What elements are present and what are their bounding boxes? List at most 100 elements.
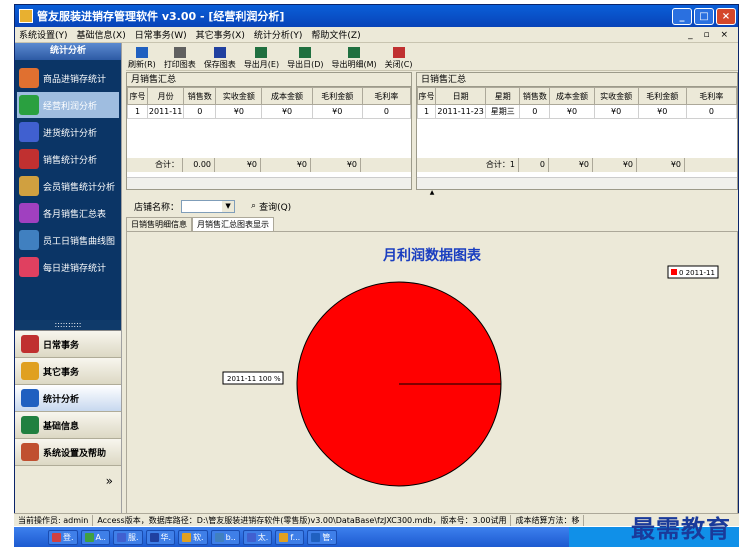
daily-tab[interactable]: 日销售汇总 (417, 73, 737, 87)
nav-section[interactable]: 其它事务 (15, 358, 121, 385)
column-header[interactable]: 销售数 (519, 87, 551, 105)
menu-daily[interactable]: 日常事务(W) (135, 28, 187, 41)
sidebar-item[interactable]: 每日进销存统计 (17, 254, 119, 280)
monthly-scrollbar[interactable] (127, 177, 411, 189)
minimize-button[interactable]: _ (672, 7, 692, 25)
toolbar-icon (173, 47, 186, 58)
taskbar-button[interactable]: 管. (307, 529, 337, 545)
menu-other[interactable]: 其它事务(X) (196, 28, 245, 41)
column-header[interactable]: 月份 (147, 87, 185, 105)
panel-splitter[interactable]: ▲ (126, 190, 738, 196)
taskbar-label: f... (290, 532, 301, 542)
taskbar-button[interactable]: 服. (112, 529, 143, 545)
taskbar-button[interactable]: 太. (242, 529, 273, 545)
taskbar-button[interactable]: 华. (145, 529, 176, 545)
sidebar-item[interactable]: 商品进销存统计 (17, 65, 119, 91)
sidebar-item[interactable]: 会员销售统计分析 (17, 173, 119, 199)
column-header[interactable]: 销售数 (183, 87, 217, 105)
table-row[interactable]: 1 2011-11-23 星期三 0 ¥0 ¥0 ¥0 0 (416, 104, 738, 119)
summary-panels: 月销售汇总 序号 月份 销售数 实收金额 成本金额 毛利金额 毛利率 1 2011-11 0 ¥0 ¥… (126, 72, 738, 190)
daily-panel: 日销售汇总 序号 日期 星期 销售数 成本金额 实收金额 毛利金额 毛利率 1 2011-11-2… (416, 72, 738, 190)
column-header[interactable]: 星期 (485, 87, 521, 105)
tab-daily-detail[interactable]: 日销售明细信息 (126, 217, 192, 231)
monthly-total-row: 合计： 0.00 ¥0 ¥0 ¥0 (127, 158, 411, 172)
store-label: 店铺名称： (134, 202, 180, 213)
nav-section[interactable]: 统计分析 (15, 385, 121, 412)
menu-system[interactable]: 系统设置(Y) (19, 28, 68, 41)
sidebar-sections: 日常事务其它事务 统计分析基础信息系统设置及帮助 » (15, 330, 121, 520)
column-header[interactable]: 毛利金额 (311, 87, 363, 105)
table-cell: 2011-11 (147, 104, 185, 119)
toolbar-button[interactable]: 导出月(E) (244, 47, 279, 70)
sidebar-grip[interactable]: :::::::::: (15, 320, 121, 330)
toolbar-button[interactable]: 刷新(R) (128, 47, 156, 70)
daily-scrollbar[interactable] (417, 177, 737, 189)
nav-section[interactable]: 日常事务 (15, 331, 121, 358)
query-button[interactable]: ⌕ 查询(Q) (251, 200, 291, 213)
sidebar-item-label: 员工日销售曲线图 (43, 236, 116, 247)
toolbar-button[interactable]: 保存图表 (204, 47, 236, 70)
sidebar-item[interactable]: 各月销售汇总表 (17, 200, 119, 226)
toolbar-button[interactable]: 关闭(C) (385, 47, 413, 70)
menu-basic-info[interactable]: 基础信息(X) (77, 28, 126, 41)
nav-section[interactable]: 基础信息 (15, 412, 121, 439)
nav-section-icon (21, 362, 39, 380)
sidebar-item-icon (19, 257, 39, 277)
column-header[interactable]: 毛利率 (685, 87, 738, 105)
toolbar-button[interactable]: 导出日(D) (287, 47, 324, 70)
maximize-button[interactable]: □ (694, 7, 714, 25)
column-header[interactable]: 实收金额 (593, 87, 639, 105)
sidebar-item[interactable]: 经营利润分析 (17, 92, 119, 118)
column-header[interactable]: 成本金额 (261, 87, 313, 105)
column-header[interactable]: 日期 (435, 87, 487, 105)
nav-section-icon (21, 389, 39, 407)
total-value: 0 (519, 158, 549, 172)
taskbar-button[interactable]: 软. (178, 529, 208, 545)
legend-swatch (671, 269, 677, 275)
taskbar-app-icon (279, 532, 289, 542)
taskbar-app-icon (182, 532, 192, 542)
chevron-down-icon[interactable]: ▼ (222, 200, 235, 212)
column-header[interactable]: 成本金额 (549, 87, 595, 105)
taskbar-button[interactable]: A.. (80, 529, 110, 545)
total-value: ¥0 (311, 158, 361, 172)
total-value: ¥0 (215, 158, 261, 172)
close-button[interactable]: × (716, 7, 736, 25)
taskbar-app-icon (52, 532, 61, 542)
taskbar-label: 软. (193, 532, 204, 542)
taskbar-button[interactable]: 登. (48, 529, 78, 545)
nav-section-label: 日常事务 (43, 340, 80, 351)
table-cell: 0 (685, 104, 738, 119)
store-select[interactable]: ▼ (181, 199, 236, 213)
sidebar-more-button[interactable]: » (15, 474, 121, 488)
binoculars-icon: ⌕ (251, 201, 257, 211)
toolbar-icon (135, 47, 148, 58)
toolbar-button[interactable]: 打印图表 (164, 47, 196, 70)
sidebar-item-label: 销售统计分析 (43, 155, 98, 166)
column-header[interactable]: 序号 (126, 87, 149, 105)
sidebar-item-icon (19, 230, 39, 250)
menu-help[interactable]: 帮助文件(Z) (311, 28, 360, 41)
legend: 0 2011-11 (667, 265, 719, 279)
toolbar-button[interactable]: 导出明细(M) (332, 47, 377, 70)
toolbar-icon (392, 47, 405, 58)
sidebar-item[interactable]: 进货统计分析 (17, 119, 119, 145)
mdi-controls[interactable]: _ ▫ × (688, 30, 732, 40)
app-icon (19, 9, 33, 23)
monthly-tab[interactable]: 月销售汇总 (127, 73, 411, 87)
nav-section[interactable]: 系统设置及帮助 (15, 439, 121, 466)
sidebar-item[interactable]: 员工日销售曲线图 (17, 227, 119, 253)
taskbar-button[interactable]: f... (275, 529, 305, 545)
table-row[interactable]: 1 2011-11 0 ¥0 ¥0 ¥0 0 (126, 104, 412, 119)
table-cell: 0 (361, 104, 412, 119)
column-header[interactable]: 毛利率 (361, 87, 412, 105)
toolbar-icon (299, 47, 312, 58)
sidebar-item[interactable]: 销售统计分析 (17, 146, 119, 172)
menu-stats[interactable]: 统计分析(Y) (254, 28, 303, 41)
column-header[interactable]: 序号 (416, 87, 437, 105)
tab-monthly-chart[interactable]: 月销售汇总图表显示 (192, 217, 274, 231)
column-header[interactable]: 毛利金额 (637, 87, 687, 105)
column-header[interactable]: 实收金额 (215, 87, 263, 105)
nav-section-label: 基础信息 (43, 421, 80, 432)
taskbar-button[interactable]: b.. (210, 529, 240, 545)
